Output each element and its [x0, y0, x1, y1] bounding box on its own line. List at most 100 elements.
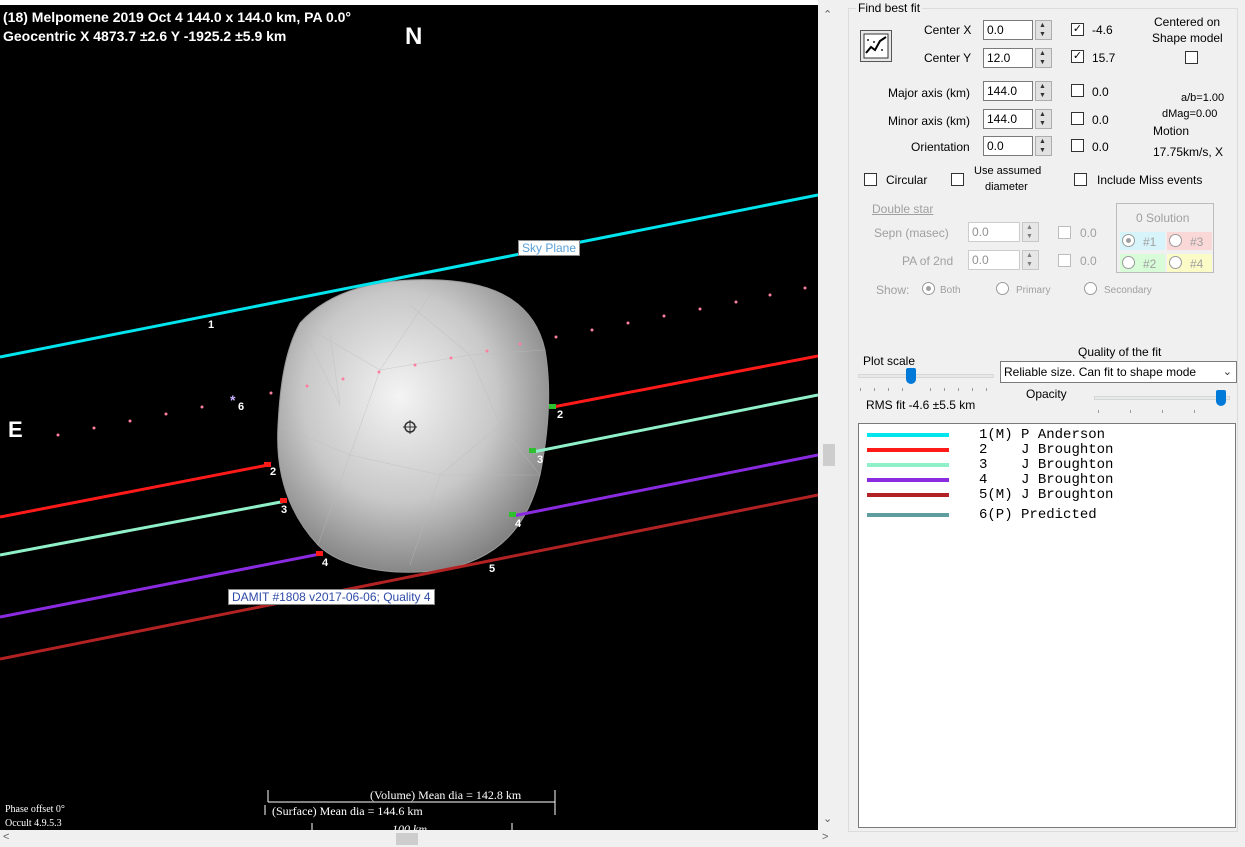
circular-checkbox[interactable]: [864, 173, 877, 186]
use-assumed-label: Use assumed: [974, 165, 1042, 177]
solution-title: 0 Solution: [1136, 211, 1190, 225]
major-axis-label: Major axis (km): [888, 86, 971, 100]
centered-on-shape-label: Centered on: [1154, 15, 1221, 29]
solution-1-radio[interactable]: [1122, 234, 1135, 247]
dmag-text: dMag=0.00: [1162, 108, 1218, 120]
occult-version-text: Occult 4.9.5.3: [5, 818, 62, 829]
scroll-left-icon[interactable]: <: [3, 831, 9, 843]
observers-legend[interactable]: 1(M) P Anderson 2 J Broughton 3 J Brough…: [858, 423, 1236, 828]
asteroid-shape-model: [277, 279, 550, 573]
legend-line-4: [867, 478, 949, 482]
legend-row: 5(M) J Broughton: [859, 487, 1235, 503]
sepn-checkbox[interactable]: [1058, 226, 1071, 239]
center-y-checkbox[interactable]: ✓: [1071, 50, 1084, 63]
show-label: Show:: [876, 283, 910, 297]
pa2nd-fit-value: 0.0: [1080, 254, 1097, 268]
solution-4-radio[interactable]: [1169, 256, 1182, 269]
minor-axis-spinner[interactable]: ▲ ▼: [1035, 109, 1052, 129]
horizontal-scrollbar[interactable]: < >: [0, 830, 840, 847]
center-x-input[interactable]: 0.0: [983, 20, 1033, 40]
plot-scale-label: Plot scale: [863, 354, 916, 368]
major-axis-input[interactable]: 144.0: [983, 81, 1033, 101]
pa2nd-spinner[interactable]: ▲ ▼: [1022, 250, 1039, 270]
show-both-label: Both: [940, 285, 961, 296]
chord-number-5: 5: [489, 563, 496, 575]
legend-text-1: 1(M) P Anderson: [979, 427, 1106, 443]
chord-number-4-right: 4: [515, 518, 522, 530]
svg-text:*: *: [230, 392, 236, 408]
plot-scale-thumb[interactable]: [906, 368, 916, 384]
legend-text-5: 5(M) J Broughton: [979, 487, 1114, 503]
major-axis-spinner[interactable]: ▲ ▼: [1035, 81, 1052, 101]
east-label: E: [8, 417, 23, 442]
use-assumed-diameter-checkbox[interactable]: [951, 173, 964, 186]
orientation-checkbox[interactable]: [1071, 139, 1084, 152]
surface-diameter-text: (Surface) Mean dia = 144.6 km: [272, 804, 423, 818]
show-secondary-radio[interactable]: [1084, 282, 1097, 295]
show-secondary-label: Secondary: [1104, 285, 1152, 296]
diameter-label: diameter: [985, 181, 1028, 193]
find-best-fit-button[interactable]: [860, 30, 892, 62]
solution-2-radio[interactable]: [1122, 256, 1135, 269]
occultation-plot[interactable]: * (18) Melpomene 2019 Oct 4 144.0 x 144.…: [0, 0, 818, 830]
find-best-fit-title: Find best fit: [856, 1, 923, 15]
phase-offset-text: Phase offset 0°: [5, 804, 65, 815]
sepn-spinner[interactable]: ▲ ▼: [1022, 222, 1039, 242]
legend-text-2: 2 J Broughton: [979, 442, 1114, 458]
fit-chart-icon: [863, 33, 889, 59]
vertical-scrollbar[interactable]: ⌃ ⌄: [818, 0, 840, 830]
vertical-scroll-thumb[interactable]: [823, 444, 835, 466]
scroll-right-icon[interactable]: >: [822, 831, 828, 843]
shape-model-label: Shape model: [1152, 31, 1223, 45]
centered-on-shape-checkbox[interactable]: [1185, 51, 1198, 64]
sepn-fit-value: 0.0: [1080, 226, 1097, 240]
include-miss-label: Include Miss events: [1097, 173, 1203, 187]
orientation-label: Orientation: [911, 140, 970, 154]
major-axis-checkbox[interactable]: [1071, 84, 1084, 97]
damit-label: DAMIT #1808 v2017-06-06; Quality 4: [228, 589, 435, 605]
pa2nd-checkbox[interactable]: [1058, 254, 1071, 267]
minor-axis-input[interactable]: 144.0: [983, 109, 1033, 129]
sepn-label: Sepn (masec): [874, 226, 949, 240]
include-miss-checkbox[interactable]: [1074, 173, 1087, 186]
plot-title-line2: Geocentric X 4873.7 ±2.6 Y -1925.2 ±5.9 …: [3, 28, 287, 44]
chord-number-2-left: 2: [270, 466, 277, 478]
sepn-input[interactable]: 0.0: [968, 222, 1020, 242]
chord-number-6: 6: [238, 401, 245, 413]
chord-number-2-right: 2: [557, 409, 564, 421]
solution-4-label: #4: [1190, 257, 1204, 271]
solution-3-radio[interactable]: [1169, 234, 1182, 247]
minor-axis-label: Minor axis (km): [888, 114, 971, 128]
pa2nd-label: PA of 2nd: [902, 254, 954, 268]
legend-row: 3 J Broughton: [859, 457, 1235, 473]
volume-diameter-text: (Volume) Mean dia = 142.8 km: [370, 788, 522, 802]
opacity-label: Opacity: [1026, 387, 1067, 401]
rms-fit-text: RMS fit -4.6 ±5.5 km: [866, 398, 976, 412]
plot-drawing: *: [0, 193, 818, 830]
opacity-thumb[interactable]: [1216, 390, 1226, 406]
center-y-input[interactable]: 12.0: [983, 48, 1033, 68]
quality-of-fit-value: Reliable size. Can fit to shape mode: [1004, 365, 1197, 379]
scroll-down-icon[interactable]: ⌄: [823, 812, 832, 825]
center-y-spinner[interactable]: ▲ ▼: [1035, 48, 1052, 68]
chord-2a: [0, 463, 269, 519]
center-x-spinner[interactable]: ▲ ▼: [1035, 20, 1052, 40]
quality-of-fit-dropdown[interactable]: Reliable size. Can fit to shape mode ⌄: [1000, 361, 1237, 383]
minor-axis-checkbox[interactable]: [1071, 112, 1084, 125]
show-both-radio[interactable]: [922, 282, 935, 295]
scroll-up-icon[interactable]: ⌃: [823, 8, 832, 21]
legend-line-5: [867, 493, 949, 497]
center-x-fit-value: -4.6: [1092, 23, 1113, 37]
chord-number-3-left: 3: [281, 504, 288, 516]
horizontal-scroll-thumb[interactable]: [396, 833, 418, 845]
show-primary-radio[interactable]: [996, 282, 1009, 295]
center-x-checkbox[interactable]: ✓: [1071, 23, 1084, 36]
plot-scale-track[interactable]: [858, 374, 994, 378]
opacity-track[interactable]: [1094, 396, 1230, 400]
plot-title-line1: (18) Melpomene 2019 Oct 4 144.0 x 144.0 …: [3, 9, 352, 25]
chord-number-3-right: 3: [537, 454, 544, 466]
chord-4b: [512, 453, 818, 518]
orientation-spinner[interactable]: ▲ ▼: [1035, 136, 1052, 156]
pa2nd-input[interactable]: 0.0: [968, 250, 1020, 270]
orientation-input[interactable]: 0.0: [983, 136, 1033, 156]
